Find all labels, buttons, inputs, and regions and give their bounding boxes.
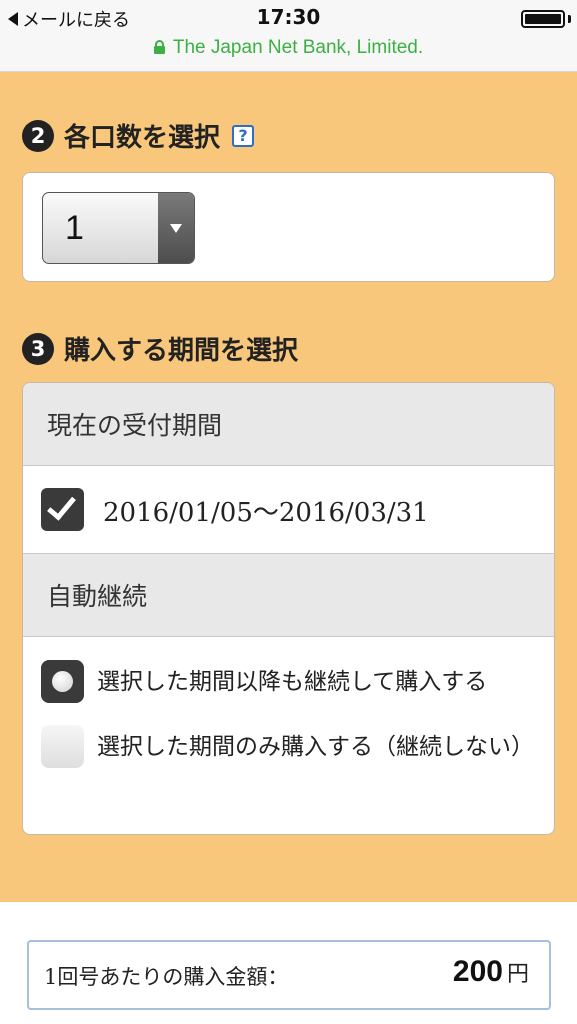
current-period-header: 現在の受付期間 xyxy=(23,383,554,466)
lock-icon xyxy=(153,40,165,54)
step2-number-icon: 2 xyxy=(22,119,54,152)
quantity-card: 1 xyxy=(22,172,555,282)
step3-title: 購入する期間を選択 xyxy=(64,336,299,366)
radio-once[interactable] xyxy=(41,725,84,768)
url-text: The Japan Net Bank, Limited. xyxy=(172,37,424,58)
step3-heading: 3 購入する期間を選択 xyxy=(22,330,298,367)
option-once[interactable]: 選択した期間のみ購入する（継続しない） xyxy=(23,703,554,823)
auto-continue-header: 自動継続 xyxy=(23,554,554,637)
radio-continue[interactable] xyxy=(41,660,84,703)
form-area: 2 各口数を選択 ? 1 3 購入する期間を選択 現在の受付期間 2016/01… xyxy=(0,72,577,902)
chevron-down-icon xyxy=(170,223,182,233)
help-icon[interactable]: ? xyxy=(232,124,255,147)
amount-value: 200 円 xyxy=(453,955,529,989)
quantity-select[interactable]: 1 xyxy=(42,192,195,264)
step2-title: 各口数を選択 xyxy=(64,123,221,153)
period-text: 2016/01/05〜2016/03/31 xyxy=(103,498,429,528)
amount-box: 1回号あたりの購入金額： 200 円 xyxy=(27,940,551,1010)
amount-label: 1回号あたりの購入金額： xyxy=(44,965,289,989)
battery-cap xyxy=(568,15,571,23)
option-continue[interactable]: 選択した期間以降も継続して購入する xyxy=(23,638,554,703)
option-once-label: 選択した期間のみ購入する（継続しない） xyxy=(97,734,534,760)
battery-icon xyxy=(521,10,565,28)
step3-number-icon: 3 xyxy=(22,332,54,365)
period-card: 現在の受付期間 2016/01/05〜2016/03/31 自動継続 選択した期… xyxy=(22,382,555,835)
period-checkbox[interactable] xyxy=(41,488,84,531)
step2-heading: 2 各口数を選択 ? xyxy=(22,117,255,154)
status-bar: メールに戻る 17:30 The Japan Net Bank, Limited… xyxy=(0,0,577,72)
amount-number: 200 xyxy=(452,955,503,988)
amount-unit: 円 xyxy=(506,962,529,987)
option-continue-label: 選択した期間以降も継続して購入する xyxy=(97,669,488,695)
radio-dot-icon xyxy=(52,671,73,692)
status-time: 17:30 xyxy=(256,5,321,29)
url-bar[interactable]: The Japan Net Bank, Limited. xyxy=(0,37,577,59)
checkmark-icon xyxy=(47,490,76,521)
select-arrow-button[interactable] xyxy=(158,193,194,263)
period-row[interactable]: 2016/01/05〜2016/03/31 xyxy=(23,466,554,554)
quantity-select-value: 1 xyxy=(65,208,84,247)
